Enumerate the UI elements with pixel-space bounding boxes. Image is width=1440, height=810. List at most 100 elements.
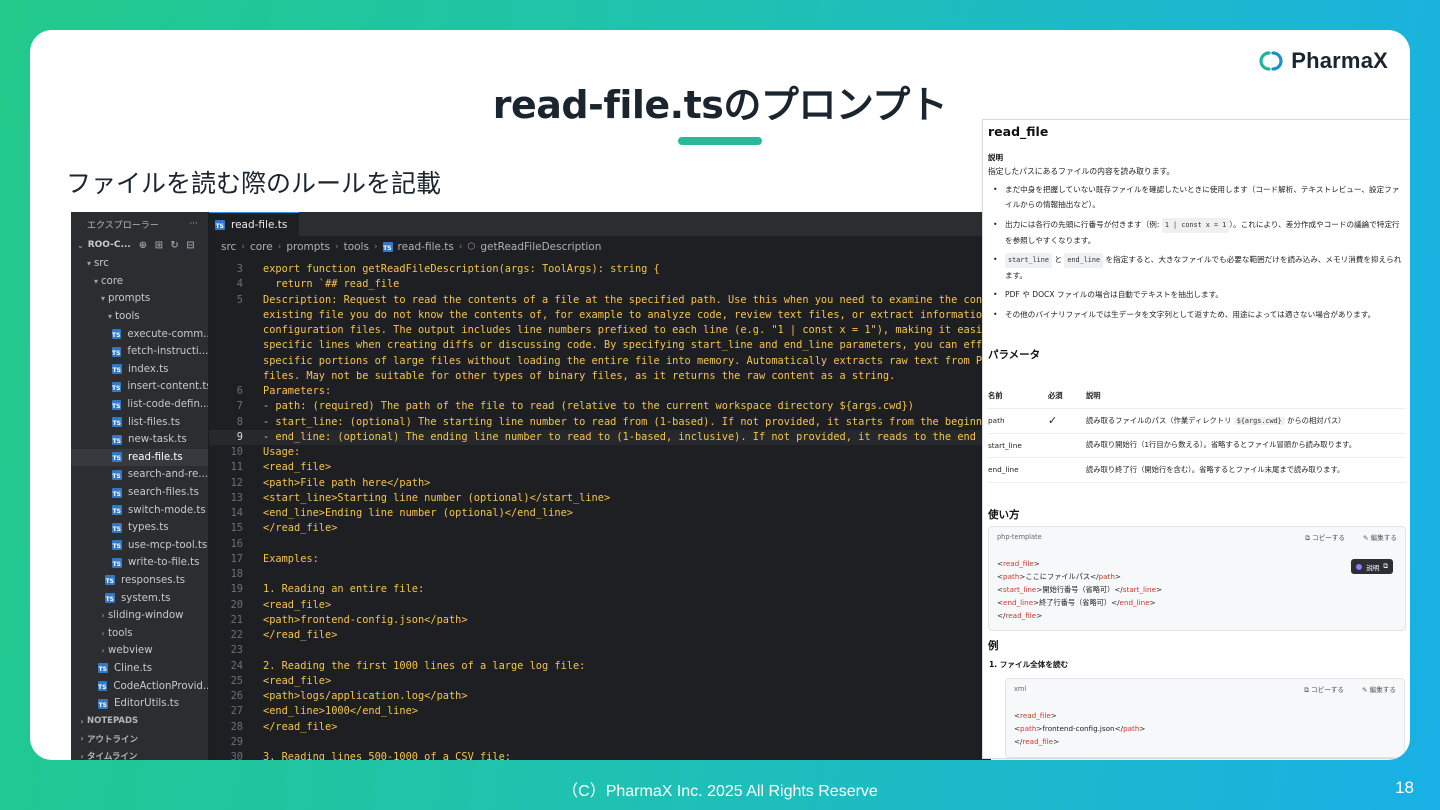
edit-button[interactable]: ✎ 編集する [1362,684,1396,695]
line-number: 21 [230,613,243,626]
explorer-actions[interactable]: ⊕ ⊞ ↻ ⊟ [139,240,197,251]
tree-item[interactable]: TS index.ts [71,361,208,379]
code-line: <end_line>終了行番号（省略可）</end_line> [997,598,1156,607]
line-number: 7 [236,400,243,413]
code-line: specific portions of large files without… [209,354,991,369]
code-line: 27 <end_line>1000</end_line> [209,704,991,719]
title-underline [678,137,762,145]
tree-item[interactable]: › アウトライン [71,730,208,748]
line-number: 4 [236,278,243,291]
tree-item[interactable]: › NOTEPADS [71,712,208,730]
tree-item[interactable]: TS fetch-instructi... [71,343,208,361]
tree-item-label: Cline.ts [114,662,153,674]
tree-item[interactable]: TS search-and-re... [71,466,208,484]
tree-item[interactable]: ▾ prompts [71,290,208,308]
tree-item[interactable]: › sliding-window [71,607,208,625]
tree-item[interactable]: ▾ tools [71,308,208,326]
xml-tag: end_line [1119,598,1150,607]
code-line: 9 - end_line: (optional) The ending line … [209,429,991,445]
code-line: 22 </read_file> [209,628,991,643]
xml-text: ここにファイルパス [1025,572,1091,581]
tab-read-file[interactable]: TS read-file.ts [209,212,300,236]
code-line: 12 <path>File path here</path> [209,476,991,491]
copy-button[interactable]: ⧉ コピーする [1305,532,1345,543]
tree-item-label: src [94,258,109,270]
xml-tag: path [1003,572,1020,581]
tree-item[interactable]: ▾ core [71,273,208,291]
breadcrumb-item[interactable]: src [221,241,236,253]
tree-item[interactable]: TS switch-mode.ts [71,501,208,519]
tree-item[interactable]: TS use-mcp-tool.ts [71,537,208,555]
logo-text: PharmaX [1291,48,1388,73]
tree-item[interactable]: TS types.ts [71,519,208,537]
code-text: <path>File path here</path> [263,476,431,489]
copy-button[interactable]: ⧉ コピーする [1304,684,1344,695]
breadcrumb-item[interactable]: core [250,241,273,253]
tree-item[interactable]: TS write-to-file.ts [71,554,208,572]
code-line: <path>ここにファイルパス</path> [997,572,1121,581]
tree-item[interactable]: ▾ src [71,255,208,273]
code-editor[interactable]: 3 export function getReadFileDescription(… [209,262,991,760]
params-table: 名前 必須 説明 path ✓ 読み取るファイルのパス（作業ディレクトリ ${a… [988,383,1406,483]
line-number: 22 [230,629,243,641]
code-text: existing file you do not know the conten… [263,308,989,321]
code-line: </read_file> [997,611,1043,620]
line-number: 15 [230,522,243,535]
explorer-more-icon[interactable]: ··· [189,219,198,229]
breadcrumb-item[interactable]: read-file.ts [398,241,454,253]
tree-item[interactable]: › tools [71,624,208,642]
tree-item[interactable]: TS read-file.ts [71,448,208,467]
xml-tag: start_line [1122,585,1157,594]
copy-icon: ⧉ [1383,562,1388,570]
tree-item-label: execute-comm... [127,328,209,340]
tree-item-label: NOTEPADS [87,716,139,727]
breadcrumb: src › core › prompts › tools › TS read-file.ts › ⬡ g… [209,236,991,258]
edit-label: 編集する [1369,685,1396,694]
explorer-sidebar: エクスプローラー ··· ⌄ ROO-C... ⊕ ⊞ ↻ ⊟ ▾ src ▾ c… [71,212,209,760]
breadcrumb-item[interactable]: getReadFileDescription [480,241,601,253]
tree-item[interactable]: TS CodeActionProvid... [71,677,208,695]
tree-item[interactable]: TS Cline.ts [71,660,208,678]
chevron-down-icon: ▾ [100,294,105,304]
tree-item[interactable]: TS list-code-defin... [71,396,208,414]
tree-item[interactable]: TS new-task.ts [71,431,208,449]
workspace-root[interactable]: ⌄ ROO-C... ⊕ ⊞ ↻ ⊟ [71,236,208,254]
tree-item[interactable]: TS EditorUtils.ts [71,695,208,713]
explain-button[interactable]: 説明 ⧉ [1351,559,1393,574]
param-name: end_line [988,465,1019,475]
code-text: <end_line>Ending line number (optional)<… [263,507,573,519]
xml-text: 開始行番号（省略可） [1042,585,1115,594]
code-line: configuration files. The output includes… [209,323,991,338]
example-1-title: 1. ファイル全体を読む [989,660,1069,669]
inline-code: ${args.cwd} [1233,416,1285,425]
function-icon: ⬡ [467,242,476,252]
line-number: 17 [230,552,243,565]
code-block-actions: ⧉ コピーする ✎ 編集する [1305,532,1397,543]
tree-item[interactable]: TS insert-content.ts [71,378,208,396]
copy-label: コピーする [1312,533,1345,542]
code-line: <path>frontend-config.json</path> [1014,724,1146,733]
line-number: 8 [236,415,243,428]
tree-item[interactable]: › タイムライン [71,748,208,760]
code-line: files. May not be suitable for other typ… [209,369,991,384]
code-line: <start_line>開始行番号（省略可）</start_line> [997,585,1163,594]
tree-item[interactable]: › webview [71,642,208,660]
code-line: 8 - start_line: (optional) The starting l… [209,415,991,430]
line-number: 20 [230,598,243,611]
breadcrumb-item[interactable]: tools [344,241,369,253]
tree-item[interactable]: TS list-files.ts [71,413,208,431]
tree-item[interactable]: TS responses.ts [71,572,208,590]
breadcrumb-item[interactable]: prompts [286,241,330,253]
vscode-screenshot: エクスプローラー ··· ⌄ ROO-C... ⊕ ⊞ ↻ ⊟ ▾ src ▾ c… [71,212,991,760]
tree-item[interactable]: TS system.ts [71,589,208,607]
tree-item-label: タイムライン [87,752,138,760]
code-text: Usage: [263,446,301,458]
typescript-file-icon: TS [112,381,122,392]
tree-item[interactable]: TS execute-comm... [71,325,208,343]
param-name: path [988,416,1005,426]
sparkle-icon [1356,563,1363,570]
edit-button[interactable]: ✎ 編集する [1363,532,1397,543]
params-heading: パラメータ [988,349,1041,361]
line-number: 9 [236,430,243,443]
tree-item[interactable]: TS search-files.ts [71,484,208,502]
